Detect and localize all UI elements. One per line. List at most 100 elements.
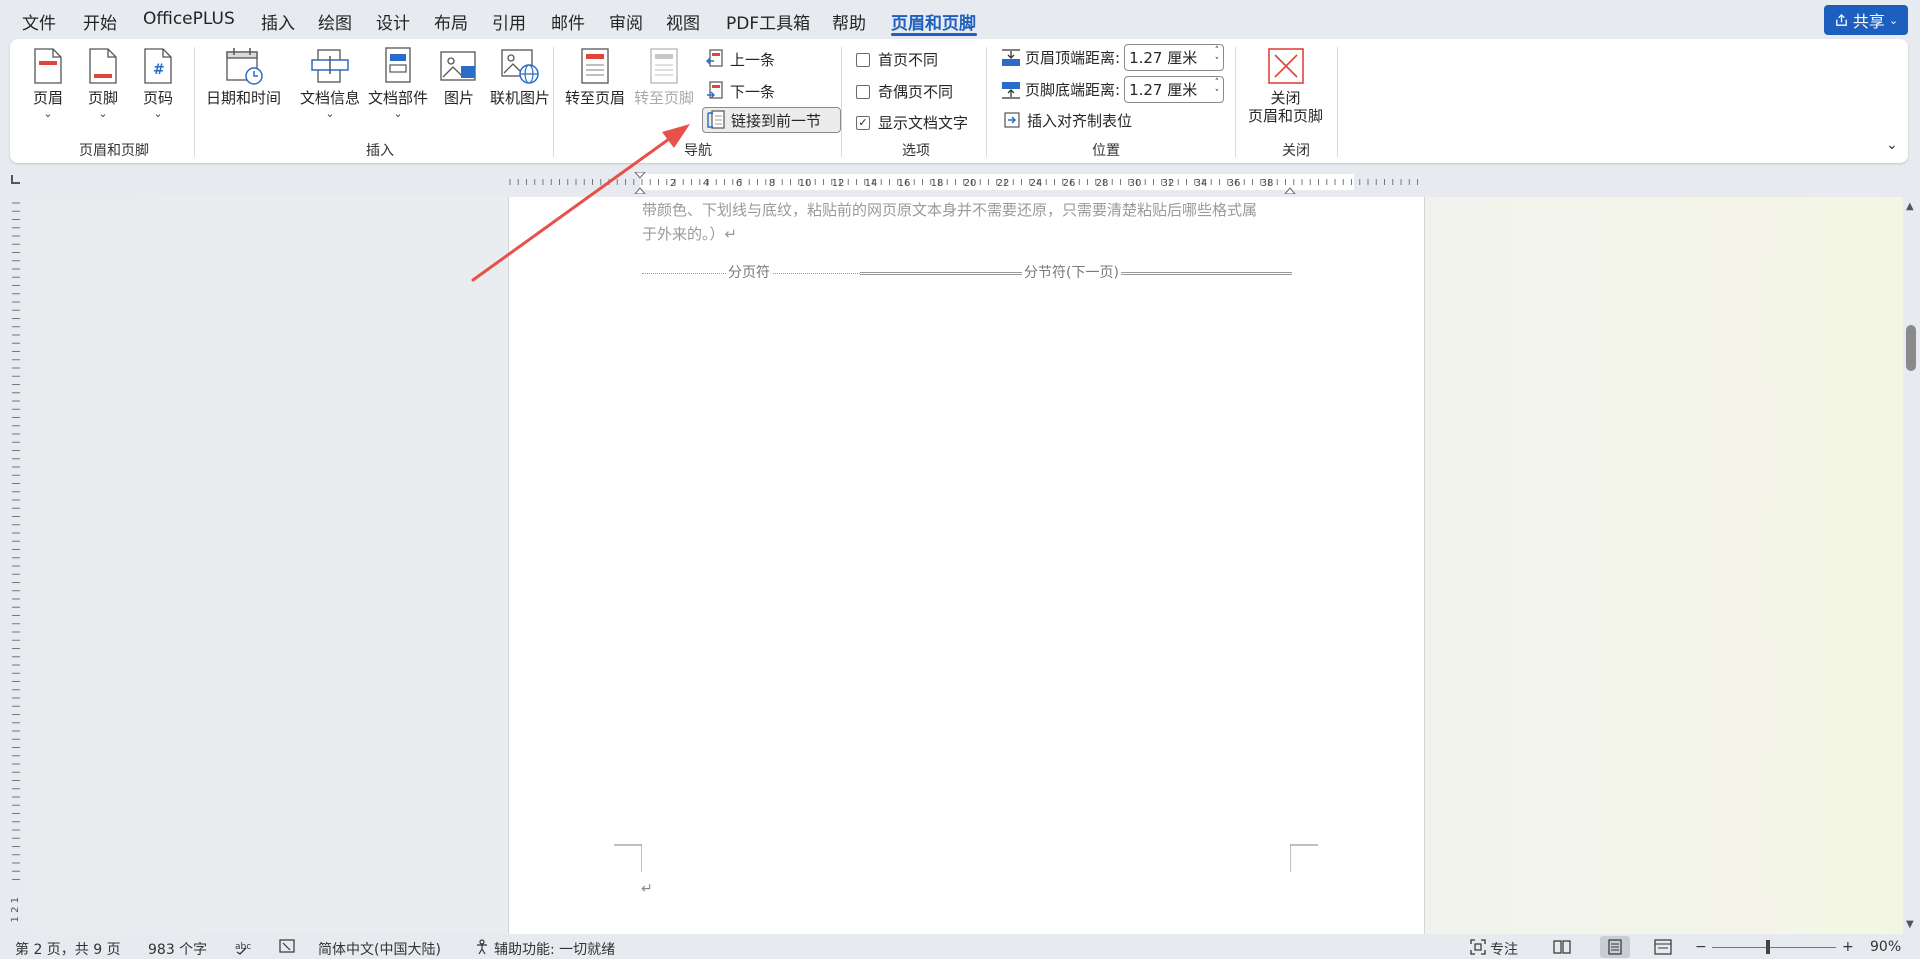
scroll-down-icon[interactable]: ▼: [1906, 919, 1914, 930]
tab-pdf-toolbox[interactable]: PDF工具箱: [726, 9, 810, 34]
group-separator: [194, 47, 195, 157]
goto-footer-icon: [644, 45, 684, 87]
tab-insert[interactable]: 插入: [261, 9, 295, 34]
quick-parts-button[interactable]: 文档部件 ⌄: [368, 45, 428, 120]
checkmark-icon[interactable]: ✓: [856, 115, 870, 130]
horizontal-ruler[interactable]: 2 4 6 8 10 12 14 16 18 20 22 24 26 28 30 32 34 36 38: [508, 172, 1422, 194]
document-info-button[interactable]: 文档信息 ⌄: [300, 45, 360, 120]
tab-review[interactable]: 审阅: [609, 9, 643, 34]
accessibility-icon: [474, 939, 490, 959]
chevron-up-icon[interactable]: ˄: [1215, 46, 1220, 57]
checkbox-box[interactable]: [856, 84, 870, 99]
show-document-text-checkbox[interactable]: ✓ 显示文档文字: [856, 112, 968, 133]
macro-recording-icon[interactable]: [279, 939, 297, 959]
footer-button[interactable]: 页脚 ⌄: [83, 45, 123, 120]
ruler-number: 10: [799, 178, 812, 189]
tab-home[interactable]: 开始: [83, 9, 117, 34]
tab-view[interactable]: 视图: [666, 9, 700, 34]
ruler-number: 2: [670, 178, 676, 189]
online-picture-button[interactable]: 联机图片: [490, 45, 550, 107]
insert-alignment-tab-button[interactable]: 插入对齐制表位: [1003, 107, 1132, 133]
document-page[interactable]: [508, 197, 1425, 934]
ruler-number: 20: [964, 178, 977, 189]
picture-button[interactable]: 图片: [439, 45, 479, 107]
ruler-number: 26: [1063, 178, 1076, 189]
body-text[interactable]: 带颜色、下划线与底纹，粘贴前的网页原文本身并不需要还原，只需要清楚粘贴后哪些格式…: [642, 198, 1292, 246]
chevron-down-icon: ⌄: [98, 107, 108, 120]
spinner-arrows[interactable]: ˄ ˅: [1215, 78, 1220, 100]
different-odd-even-checkbox[interactable]: 奇偶页不同: [856, 81, 953, 102]
zoom-level[interactable]: 90%: [1870, 939, 1901, 955]
web-layout-icon[interactable]: [1654, 939, 1672, 959]
tab-header-footer[interactable]: 页眉和页脚: [891, 9, 976, 34]
header-from-top-input[interactable]: 1.27 厘米 ˄ ˅: [1124, 44, 1225, 71]
language-indicator[interactable]: 简体中文(中国大陆): [318, 939, 441, 959]
goto-footer-button[interactable]: 转至页脚: [634, 45, 694, 107]
link-to-previous-button[interactable]: 链接到前一节: [702, 107, 841, 133]
page-break-label: 分页符: [726, 262, 772, 282]
footer-from-bottom-input[interactable]: 1.27 厘米 ˄ ˅: [1124, 76, 1225, 103]
vertical-ruler[interactable]: 1 2 1: [6, 197, 26, 934]
ruler-number: 12: [832, 178, 845, 189]
next-section-button[interactable]: 下一条: [706, 78, 775, 104]
tab-help[interactable]: 帮助: [832, 9, 866, 34]
chevron-down-icon[interactable]: ˅: [1215, 57, 1220, 68]
tab-file[interactable]: 文件: [22, 9, 56, 34]
zoom-in-button[interactable]: +: [1842, 939, 1854, 955]
footer-icon: [83, 45, 123, 87]
close-header-footer-button[interactable]: 关闭 页眉和页脚: [1248, 45, 1323, 125]
indent-marker[interactable]: [634, 187, 646, 194]
zoom-slider-thumb[interactable]: [1766, 940, 1770, 954]
tab-draw[interactable]: 绘图: [318, 9, 352, 34]
accessibility-status[interactable]: 辅助功能: 一切就绪: [494, 939, 615, 959]
tab-selector-icon[interactable]: [11, 175, 20, 184]
goto-header-button[interactable]: 转至页眉: [565, 45, 625, 107]
group-label-header-footer: 页眉和页脚: [79, 143, 149, 159]
previous-icon: [706, 49, 723, 67]
vertical-scrollbar[interactable]: ▲ ▼: [1904, 197, 1920, 934]
previous-section-button[interactable]: 上一条: [706, 46, 775, 72]
page-count[interactable]: 第 2 页，共 9 页: [15, 939, 121, 959]
link-to-previous-label: 链接到前一节: [731, 111, 822, 130]
header-button[interactable]: 页眉 ⌄: [28, 45, 68, 120]
previous-label: 上一条: [730, 50, 776, 69]
picture-icon: [439, 45, 479, 87]
zoom-out-button[interactable]: −: [1695, 939, 1707, 955]
focus-mode-label[interactable]: 专注: [1490, 939, 1518, 959]
close-label-line1: 关闭: [1270, 89, 1301, 107]
indent-marker[interactable]: [634, 172, 646, 179]
tab-mailings[interactable]: 邮件: [551, 9, 585, 34]
share-label: 共享: [1852, 12, 1885, 31]
chevron-down-icon[interactable]: ˅: [1215, 89, 1220, 100]
scrollbar-thumb[interactable]: [1906, 325, 1916, 371]
scroll-up-icon[interactable]: ▲: [1906, 201, 1914, 212]
page-number-label: 页码: [142, 89, 173, 107]
spinner-arrows[interactable]: ˄ ˅: [1215, 46, 1220, 68]
footer-from-bottom-value: 1.27 厘米: [1129, 81, 1198, 99]
page-number-button[interactable]: # 页码 ⌄: [138, 45, 178, 120]
ruler-number: 22: [997, 178, 1010, 189]
date-time-button[interactable]: 日期和时间: [206, 45, 281, 107]
chevron-up-icon[interactable]: ˄: [1215, 78, 1220, 89]
focus-mode-icon[interactable]: [1470, 939, 1486, 959]
tab-officeplus[interactable]: OfficePLUS: [143, 9, 235, 29]
tab-design[interactable]: 设计: [376, 9, 410, 34]
read-mode-icon[interactable]: [1553, 939, 1571, 959]
tab-layout[interactable]: 布局: [434, 9, 468, 34]
zoom-slider[interactable]: [1712, 947, 1836, 948]
vertical-ruler-label: 1 2 1: [10, 897, 21, 923]
header-label: 页眉: [32, 89, 63, 107]
collapse-ribbon-icon[interactable]: ⌄: [1886, 137, 1898, 153]
checkbox-box[interactable]: [856, 52, 870, 67]
word-count[interactable]: 983 个字: [148, 939, 207, 959]
tab-references[interactable]: 引用: [492, 9, 526, 34]
proofing-icon[interactable]: abc: [235, 939, 253, 959]
chevron-down-icon: ⌄: [393, 107, 403, 120]
share-button[interactable]: 共享 ⌄: [1824, 5, 1908, 35]
ruler-number: 32: [1162, 178, 1175, 189]
different-first-page-checkbox[interactable]: 首页不同: [856, 49, 938, 70]
ruler-number: 24: [1030, 178, 1043, 189]
print-layout-icon[interactable]: [1606, 939, 1624, 959]
crop-mark-left: [614, 844, 642, 872]
indent-marker[interactable]: [1284, 187, 1296, 194]
